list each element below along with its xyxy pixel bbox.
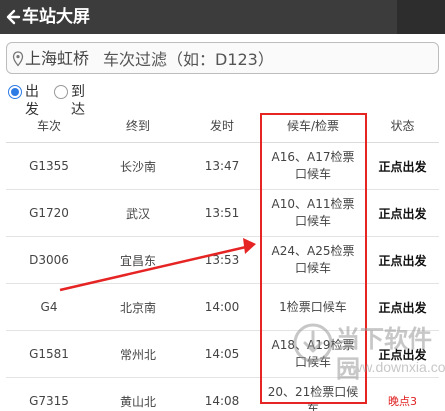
column-header-destination: 终到 xyxy=(125,119,150,133)
destination: 北京南 xyxy=(119,300,156,315)
table-row[interactable]: G1720 武汉 13:51 A10、A11检票口候车 正点出发 xyxy=(6,190,439,237)
train-number: G1355 xyxy=(29,159,69,173)
title-bar-right-area xyxy=(397,0,445,34)
search-station-label[interactable]: 上海虹桥 xyxy=(25,47,89,71)
title-bar: 车站大屏 xyxy=(0,0,445,34)
back-arrow-icon[interactable] xyxy=(6,6,22,28)
destination: 宜昌东 xyxy=(119,253,156,268)
table-row[interactable]: G1355 长沙南 13:47 A16、A17检票口候车 正点出发 xyxy=(6,143,439,190)
departure-time: 13:47 xyxy=(204,159,240,173)
train-number: G1581 xyxy=(29,347,69,361)
train-number: D3006 xyxy=(29,253,69,267)
train-filter-input[interactable] xyxy=(103,45,433,73)
search-box[interactable]: 上海虹桥 xyxy=(6,42,439,74)
status: 正点出发 xyxy=(378,206,427,221)
column-header-train: 车次 xyxy=(36,119,61,133)
page-title: 车站大屏 xyxy=(22,7,90,27)
train-number: G1720 xyxy=(29,206,69,220)
status: 正点出发 xyxy=(378,159,427,174)
watermark-url: www.downxia.com xyxy=(342,359,445,375)
departure-time: 13:53 xyxy=(204,253,240,267)
radio-arrival[interactable] xyxy=(54,85,68,99)
train-number: G7315 xyxy=(29,394,69,408)
departure-time: 13:51 xyxy=(204,206,240,220)
departure-time: 14:00 xyxy=(204,300,240,314)
watermark: 当下软件园 www.downxia.com xyxy=(292,320,445,386)
status: 正点出发 xyxy=(378,253,427,268)
destination: 常州北 xyxy=(119,347,156,362)
destination: 黄山北 xyxy=(119,394,156,409)
radio-departure[interactable] xyxy=(8,85,22,99)
downxia-logo-icon xyxy=(293,323,333,363)
location-pin-icon xyxy=(12,51,24,67)
destination: 武汉 xyxy=(125,206,150,221)
departure-time: 14:08 xyxy=(204,394,240,408)
train-number: G4 xyxy=(40,300,58,314)
table-row[interactable]: D3006 宜昌东 13:53 A24、A25检票口候车 正点出发 xyxy=(6,237,439,284)
column-header-departure-time: 发时 xyxy=(209,119,234,133)
destination: 长沙南 xyxy=(119,159,156,174)
departure-time: 14:05 xyxy=(204,347,240,361)
column-header-status: 状态 xyxy=(390,119,415,133)
